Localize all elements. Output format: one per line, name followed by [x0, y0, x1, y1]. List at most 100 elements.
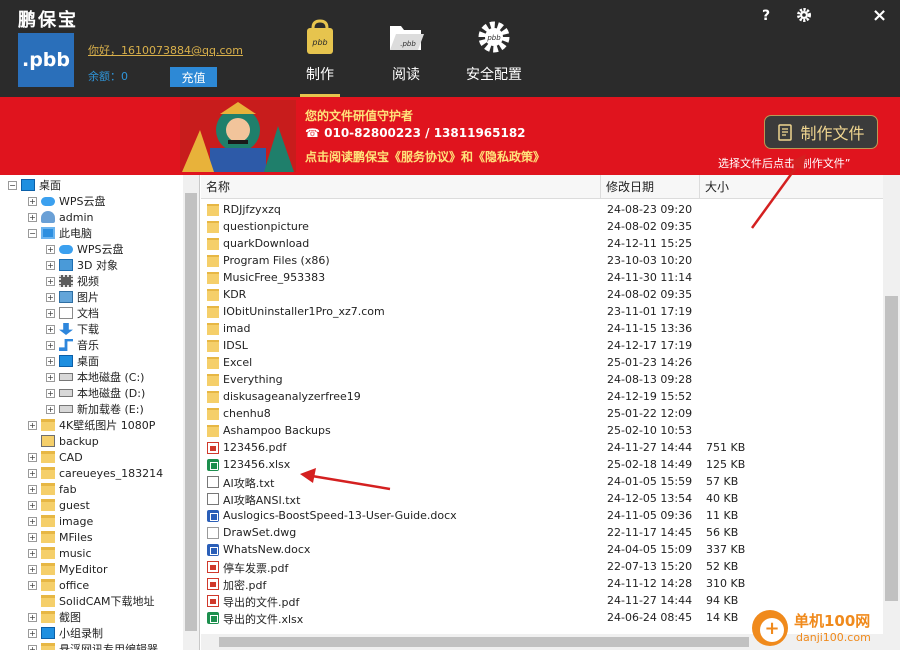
file-row[interactable]: AI攻略ANSI.txt 24-12-05 13:54 40 KB [201, 490, 883, 507]
expand-toggle[interactable]: + [28, 532, 37, 542]
folder-tree[interactable]: − 桌面 + WPS云盘 + admin − 此电脑 + WPS云盘 +3D 对象 + 视频 + 图片 + 文档… [0, 175, 200, 650]
file-row[interactable]: IObitUninstaller1Pro_xz7.com 23-11-01 17:… [201, 303, 883, 320]
expand-toggle[interactable]: + [28, 612, 37, 622]
file-list[interactable]: 名称 修改日期 大小 RDJjfzyxzq 24-08-23 09:20 quest… [201, 175, 900, 650]
expand-toggle[interactable]: + [46, 372, 55, 382]
settings-button[interactable] [796, 7, 812, 27]
tree-item[interactable]: backup [28, 433, 99, 449]
file-row[interactable]: quarkDownload 24-12-11 15:25 [201, 235, 883, 252]
tree-item[interactable]: + 图片 [46, 289, 99, 305]
tree-item[interactable]: − 桌面 [8, 177, 61, 193]
tree-item[interactable]: + 新加载卷 (E:) [46, 401, 144, 417]
tree-item[interactable]: + careueyes_183214 [28, 465, 163, 481]
file-row[interactable]: DrawSet.dwg 22-11-17 14:45 56 KB [201, 524, 883, 541]
file-row[interactable]: diskusageanalyzerfree19 24-12-19 15:52 [201, 388, 883, 405]
file-list-vscrollbar-thumb[interactable] [885, 296, 898, 601]
tree-item[interactable]: + CAD [28, 449, 83, 465]
expand-toggle[interactable]: + [46, 404, 55, 414]
expand-toggle[interactable]: + [28, 564, 37, 574]
tree-item[interactable]: +3D 对象 [46, 257, 118, 273]
column-header-size[interactable]: 大小 [700, 175, 883, 199]
tree-item[interactable]: + image [28, 513, 93, 529]
expand-toggle[interactable]: + [28, 644, 37, 650]
file-row[interactable]: AI攻略.txt 24-01-05 15:59 57 KB [201, 473, 883, 490]
file-row[interactable]: Ashampoo Backups 25-02-10 10:53 [201, 422, 883, 439]
file-row[interactable]: Auslogics-BoostSpeed-13-User-Guide.docx 2… [201, 507, 883, 524]
column-header-modified[interactable]: 修改日期 [601, 175, 700, 199]
file-row[interactable]: 导出的文件.pdf 24-11-27 14:44 94 KB [201, 592, 883, 609]
file-row[interactable]: MusicFree_953383 24-11-30 11:14 [201, 269, 883, 286]
expand-toggle[interactable]: + [28, 500, 37, 510]
tree-item[interactable]: + guest [28, 497, 90, 513]
file-row[interactable]: 123456.xlsx 25-02-18 14:49 125 KB [201, 456, 883, 473]
collapse-toggle[interactable]: − [28, 228, 37, 238]
tree-item[interactable]: + 悬浮网讯专用编辑器 [28, 641, 158, 650]
expand-toggle[interactable]: + [46, 388, 55, 398]
tree-item[interactable]: + 本地磁盘 (C:) [46, 369, 144, 385]
file-row[interactable]: IDSL 24-12-17 17:19 [201, 337, 883, 354]
tree-item[interactable]: + office [28, 577, 89, 593]
tree-item[interactable]: + music [28, 545, 92, 561]
tree-scrollbar-thumb[interactable] [185, 193, 197, 631]
file-row[interactable]: KDR 24-08-02 09:35 [201, 286, 883, 303]
tree-item[interactable]: + 桌面 [46, 353, 99, 369]
file-list-vscrollbar[interactable] [883, 175, 900, 650]
expand-toggle[interactable]: + [46, 340, 55, 350]
expand-toggle[interactable]: + [28, 452, 37, 462]
expand-toggle[interactable]: + [28, 628, 37, 638]
file-row[interactable]: Everything 24-08-13 09:28 [201, 371, 883, 388]
expand-toggle[interactable]: + [28, 468, 37, 478]
recharge-button[interactable]: 充值 [170, 67, 217, 87]
tree-item[interactable]: + MFiles [28, 529, 93, 545]
tree-item[interactable]: − 此电脑 [28, 225, 92, 241]
expand-toggle[interactable]: + [46, 260, 55, 270]
tree-item[interactable]: + WPS云盘 [46, 241, 124, 257]
tree-item[interactable]: + 本地磁盘 (D:) [46, 385, 145, 401]
banner-agreement-link[interactable]: 点击阅读鹏保宝《服务协议》和《隐私政策》 [305, 148, 545, 165]
expand-toggle[interactable]: + [46, 308, 55, 318]
file-row[interactable]: 加密.pdf 24-11-12 14:28 310 KB [201, 575, 883, 592]
tree-item[interactable]: + MyEditor [28, 561, 108, 577]
tree-item[interactable]: + fab [28, 481, 77, 497]
tab-make[interactable]: pbb 制作 [300, 18, 340, 97]
tree-scrollbar[interactable] [183, 175, 199, 650]
file-row[interactable]: Program Files (x86) 23-10-03 10:20 [201, 252, 883, 269]
tree-item[interactable]: + admin [28, 209, 93, 225]
tab-read[interactable]: .pbb 阅读 [385, 18, 427, 97]
expand-toggle[interactable]: + [46, 356, 55, 366]
file-row[interactable]: Excel 25-01-23 14:26 [201, 354, 883, 371]
tree-item[interactable]: + 音乐 [46, 337, 99, 353]
tree-item[interactable]: + 截图 [28, 609, 81, 625]
expand-toggle[interactable]: + [46, 244, 55, 254]
tree-item[interactable]: + 小组录制 [28, 625, 103, 641]
file-row[interactable]: WhatsNew.docx 24-04-05 15:09 337 KB [201, 541, 883, 558]
user-account-link[interactable]: 你好，1610073884@qq.com [88, 42, 243, 58]
help-button[interactable]: ? [762, 8, 770, 24]
tab-security-config[interactable]: pbb 安全配置 [462, 18, 526, 97]
close-button[interactable]: × [872, 5, 887, 26]
collapse-toggle[interactable]: − [8, 180, 17, 190]
expand-toggle[interactable]: + [46, 324, 55, 334]
tree-item[interactable]: SolidCAM下载地址 [28, 593, 155, 609]
expand-toggle[interactable]: + [28, 548, 37, 558]
expand-toggle[interactable]: + [28, 212, 37, 222]
expand-toggle[interactable]: + [28, 196, 37, 206]
expand-toggle[interactable]: + [46, 292, 55, 302]
file-row[interactable]: questionpicture 24-08-02 09:35 [201, 218, 883, 235]
tree-item[interactable]: + 视频 [46, 273, 99, 289]
tree-item[interactable]: + WPS云盘 [28, 193, 106, 209]
file-row[interactable]: RDJjfzyxzq 24-08-23 09:20 [201, 201, 883, 218]
tree-item[interactable]: + 文档 [46, 305, 99, 321]
tree-item[interactable]: + 下载 [46, 321, 99, 337]
file-row[interactable]: imad 24-11-15 13:36 [201, 320, 883, 337]
expand-toggle[interactable]: + [46, 276, 55, 286]
make-file-button[interactable]: 制作文件 [764, 115, 878, 149]
expand-toggle[interactable]: + [28, 420, 37, 430]
file-list-hscrollbar-thumb[interactable] [219, 637, 749, 647]
tree-item[interactable]: +4K壁纸图片 1080P [28, 417, 155, 433]
expand-toggle[interactable]: + [28, 580, 37, 590]
expand-toggle[interactable]: + [28, 516, 37, 526]
file-row[interactable]: chenhu8 25-01-22 12:09 [201, 405, 883, 422]
expand-toggle[interactable]: + [28, 484, 37, 494]
file-row[interactable]: 停车发票.pdf 22-07-13 15:20 52 KB [201, 558, 883, 575]
